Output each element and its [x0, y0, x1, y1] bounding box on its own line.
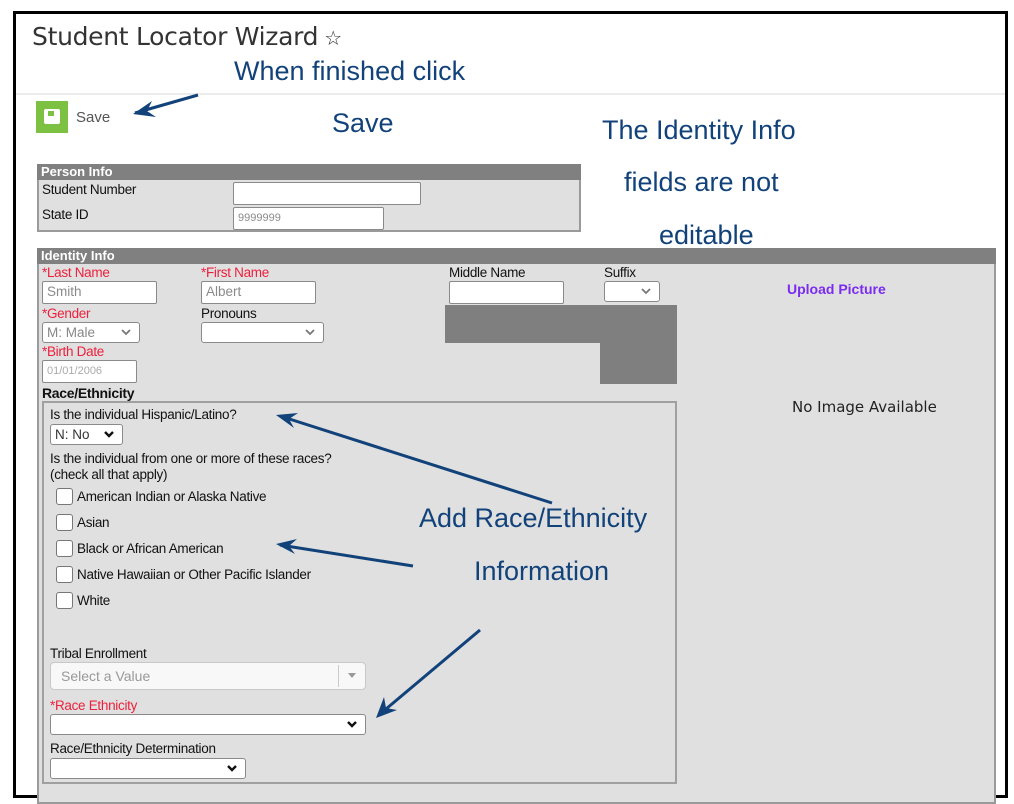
redacted-block [600, 305, 677, 384]
race-option-label: American Indian or Alaska Native [77, 489, 267, 504]
race-ethnicity-label: Race/Ethnicity [42, 385, 135, 401]
chevron-down-icon [305, 329, 315, 336]
floppy-disk-icon [36, 101, 68, 133]
race-option-label: Black or African American [77, 541, 224, 556]
save-button[interactable]: Save [36, 101, 110, 133]
race-option-asian[interactable]: Asian [56, 514, 110, 531]
birth-date-input: 01/01/2006 [42, 360, 137, 383]
checkbox[interactable] [56, 514, 73, 531]
race-ethnicity-select[interactable] [50, 714, 366, 735]
tribal-enrollment-label: Tribal Enrollment [50, 646, 147, 661]
race-option-label: White [77, 593, 111, 608]
annotation-save-line1: When finished click [234, 56, 466, 86]
races-question-line2: (check all that apply) [50, 467, 168, 482]
annotation-identity-line3: editable [659, 220, 754, 250]
tribal-enrollment-placeholder: Select a Value [61, 668, 151, 684]
tribal-enrollment-select[interactable]: Select a Value [50, 662, 366, 690]
gender-select: M: Male [42, 322, 140, 343]
select-divider [338, 665, 339, 687]
birth-date-label: *Birth Date [42, 344, 104, 359]
middle-name-input [449, 281, 564, 304]
race-option-native-hawaiian[interactable]: Native Hawaiian or Other Pacific Islande… [56, 566, 311, 583]
checkbox[interactable] [56, 488, 73, 505]
annotation-save-line2: Save [332, 108, 394, 138]
page-title-text: Student Locator Wizard [32, 22, 319, 51]
save-button-label: Save [76, 108, 111, 126]
hispanic-select[interactable]: N: No [50, 424, 123, 445]
star-outline-icon[interactable]: ☆ [324, 26, 342, 50]
no-image-text: No Image Available [792, 398, 937, 416]
gender-label: *Gender [42, 306, 91, 321]
annotation-race-line2: Information [474, 556, 610, 586]
chevron-down-icon [227, 765, 237, 772]
first-name-label: *First Name [201, 265, 269, 280]
last-name-input: Smith [42, 281, 157, 304]
chevron-down-icon [347, 721, 357, 728]
determination-select[interactable] [50, 758, 246, 779]
checkbox[interactable] [56, 566, 73, 583]
race-option-label: Asian [77, 515, 110, 530]
hispanic-question: Is the individual Hispanic/Latino? [50, 407, 237, 422]
caret-down-icon [348, 673, 356, 678]
chevron-down-icon [121, 329, 131, 336]
chevron-down-icon [104, 431, 114, 438]
annotation-identity-line2: fields are not [624, 167, 779, 197]
races-question-line1: Is the individual from one or more of th… [50, 451, 332, 466]
person-info-header: Person Info [37, 164, 581, 180]
hispanic-value: N: No [55, 427, 90, 442]
suffix-select [604, 281, 660, 302]
race-option-american-indian[interactable]: American Indian or Alaska Native [56, 488, 267, 505]
last-name-label: *Last Name [42, 265, 110, 280]
student-number-input[interactable] [233, 182, 421, 205]
state-id-label: State ID [42, 207, 89, 222]
race-option-black[interactable]: Black or African American [56, 540, 224, 557]
first-name-input: Albert [201, 281, 316, 304]
middle-name-label: Middle Name [449, 265, 526, 280]
title-divider [16, 93, 1005, 95]
race-option-white[interactable]: White [56, 592, 110, 609]
chevron-down-icon [641, 288, 651, 295]
determination-label: Race/Ethnicity Determination [50, 741, 216, 756]
checkbox[interactable] [56, 540, 73, 557]
race-option-label: Native Hawaiian or Other Pacific Islande… [77, 567, 311, 582]
identity-info-header: Identity Info [37, 248, 996, 264]
upload-picture-link[interactable]: Upload Picture [787, 281, 886, 297]
suffix-label: Suffix [604, 265, 636, 280]
annotation-identity-line1: The Identity Info [602, 115, 796, 145]
pronouns-label: Pronouns [201, 306, 257, 321]
student-number-label: Student Number [42, 182, 137, 197]
page-title: Student Locator Wizard ☆ [32, 22, 342, 51]
checkbox[interactable] [56, 592, 73, 609]
race-ethnicity-required-label: *Race Ethnicity [50, 698, 138, 713]
annotation-race-line1: Add Race/Ethnicity [419, 503, 648, 533]
pronouns-select [201, 322, 324, 343]
gender-value: M: Male [47, 325, 96, 340]
state-id-input: 9999999 [233, 207, 384, 230]
